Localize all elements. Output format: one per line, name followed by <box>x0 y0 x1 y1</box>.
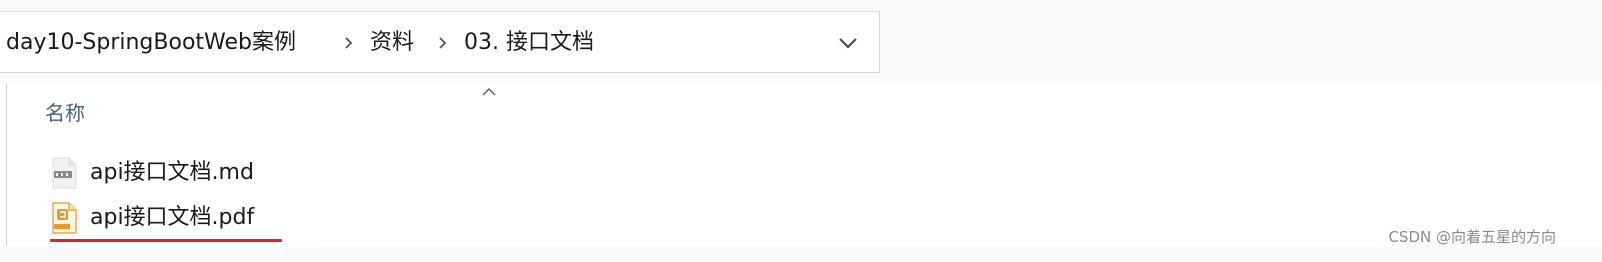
chevron-down-icon[interactable] <box>830 30 866 56</box>
file-name: api接口文档.md <box>90 160 254 185</box>
file-row[interactable]: api接口文档.pdf <box>48 201 448 237</box>
markdown-file-icon <box>52 157 77 189</box>
chevron-up-icon <box>482 87 496 96</box>
breadcrumb-item-day10[interactable]: day10-SpringBootWeb案例 <box>6 30 296 56</box>
breadcrumb-item-ziliao[interactable]: 资料 <box>370 30 414 56</box>
red-underline-highlight <box>50 239 282 242</box>
breadcrumb-item-api-docs[interactable]: 03. 接口文档 <box>464 30 594 56</box>
column-header-name[interactable]: 名称 <box>45 100 85 126</box>
chevron-right-icon <box>345 37 353 49</box>
pdf-file-icon <box>52 202 77 234</box>
watermark: CSDN @向着五星的方向 <box>1388 228 1556 246</box>
file-name: api接口文档.pdf <box>90 205 255 230</box>
pane-divider <box>6 84 7 246</box>
file-row[interactable]: api接口文档.md <box>48 156 448 192</box>
chevron-right-icon <box>439 37 447 49</box>
address-bar[interactable]: day10-SpringBootWeb案例 资料 03. 接口文档 <box>0 11 880 73</box>
